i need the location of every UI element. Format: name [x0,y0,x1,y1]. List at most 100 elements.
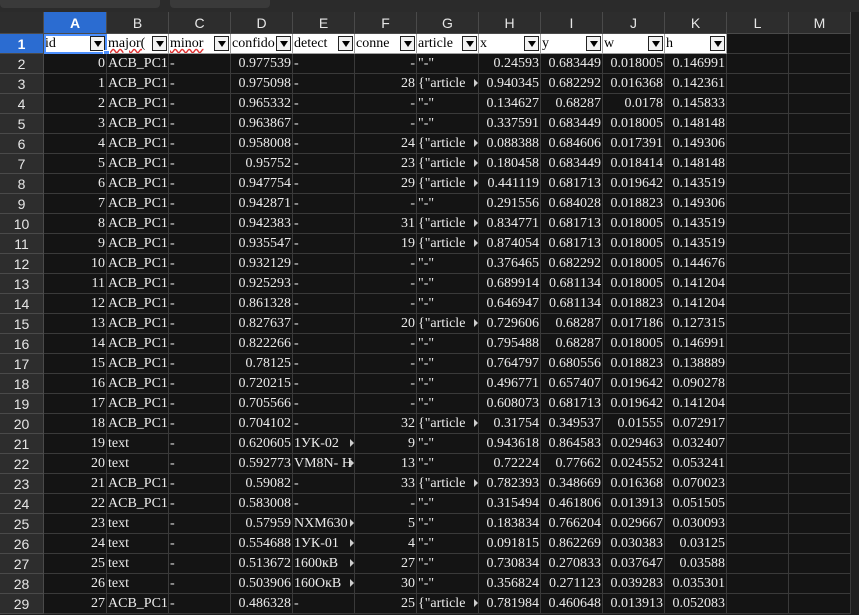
table-cell[interactable]: 20 [355,314,417,334]
empty-cell[interactable] [789,174,851,194]
table-cell[interactable]: - [293,334,355,354]
table-cell[interactable]: 0.018005 [603,54,665,74]
table-cell[interactable]: 0.827637 [231,314,293,334]
column-header-i[interactable]: I [541,12,603,34]
empty-cell[interactable] [727,254,789,274]
header-cell-j[interactable]: w [603,34,665,54]
empty-cell[interactable] [789,474,851,494]
empty-cell[interactable] [789,354,851,374]
table-cell[interactable]: 0.145833 [665,94,727,114]
table-cell[interactable]: ACB_PC1 [107,154,169,174]
table-cell[interactable]: - [169,554,231,574]
table-cell[interactable]: 7 [44,194,107,214]
header-cell-i[interactable]: y [541,34,603,54]
table-cell[interactable]: 0.03125 [665,534,727,554]
table-cell[interactable]: 0.682292 [541,74,603,94]
table-cell[interactable]: - [355,54,417,74]
header-cell-c[interactable]: minor [169,34,231,54]
table-cell[interactable]: 27 [355,554,417,574]
table-cell[interactable]: 0.782393 [479,474,541,494]
table-cell[interactable]: NXM630 [293,514,355,534]
table-cell[interactable]: - [169,274,231,294]
column-header-c[interactable]: C [169,12,231,34]
autofilter-dropdown-icon[interactable] [214,36,229,51]
table-cell[interactable]: - [293,274,355,294]
row-header-24[interactable]: 24 [0,494,44,514]
table-cell[interactable]: 0.018414 [603,154,665,174]
table-cell[interactable]: - [293,114,355,134]
table-cell[interactable]: 0.720215 [231,374,293,394]
table-cell[interactable]: 2 [44,94,107,114]
table-cell[interactable]: 0.348669 [541,474,603,494]
table-cell[interactable]: 0.016368 [603,474,665,494]
empty-cell[interactable] [727,594,789,614]
row-header-7[interactable]: 7 [0,154,44,174]
empty-cell[interactable] [727,334,789,354]
table-cell[interactable]: 0.376465 [479,254,541,274]
row-header-28[interactable]: 28 [0,574,44,594]
empty-cell[interactable] [727,214,789,234]
row-header-1[interactable]: 1 [0,34,44,54]
empty-cell[interactable] [789,574,851,594]
table-cell[interactable]: - [293,354,355,374]
table-cell[interactable]: ACB_PC1 [107,594,169,614]
table-cell[interactable]: 26 [44,574,107,594]
table-cell[interactable]: - [293,54,355,74]
table-cell[interactable]: ACB_PC1 [107,294,169,314]
table-cell[interactable]: {"article [417,474,479,494]
empty-cell[interactable] [727,274,789,294]
table-cell[interactable]: - [169,234,231,254]
table-cell[interactable]: 0.963867 [231,114,293,134]
table-cell[interactable]: 1УК-01 [293,534,355,554]
table-cell[interactable]: - [169,194,231,214]
table-cell[interactable]: 0.730834 [479,554,541,574]
row-header-21[interactable]: 21 [0,434,44,454]
table-cell[interactable]: 0.035301 [665,574,727,594]
table-cell[interactable]: 10 [44,254,107,274]
table-cell[interactable]: 0.018005 [603,334,665,354]
table-cell[interactable]: 13 [355,454,417,474]
table-cell[interactable]: 0.861328 [231,294,293,314]
table-cell[interactable]: 22 [44,494,107,514]
table-cell[interactable]: 0.183834 [479,514,541,534]
table-cell[interactable]: 0.68287 [541,314,603,334]
empty-cell[interactable] [727,154,789,174]
table-cell[interactable]: 0.795488 [479,334,541,354]
table-cell[interactable]: 0.019642 [603,174,665,194]
table-cell[interactable]: - [355,334,417,354]
table-cell[interactable]: 28 [355,74,417,94]
table-cell[interactable]: text [107,434,169,454]
table-cell[interactable]: 0.141204 [665,294,727,314]
table-cell[interactable]: 5 [355,514,417,534]
table-cell[interactable]: 0.018823 [603,294,665,314]
table-cell[interactable]: VM8N- H [293,454,355,474]
table-cell[interactable]: 13 [44,314,107,334]
table-cell[interactable]: 0.091815 [479,534,541,554]
header-cell-h[interactable]: x [479,34,541,54]
table-cell[interactable]: 0.149306 [665,134,727,154]
table-cell[interactable]: - [293,74,355,94]
column-header-k[interactable]: K [665,12,727,34]
table-cell[interactable]: 0.78125 [231,354,293,374]
row-header-26[interactable]: 26 [0,534,44,554]
table-cell[interactable]: - [293,234,355,254]
table-cell[interactable]: 14 [44,334,107,354]
table-cell[interactable]: 0.59082 [231,474,293,494]
table-cell[interactable]: {"article [417,314,479,334]
table-cell[interactable]: - [355,494,417,514]
empty-cell[interactable] [789,34,851,54]
table-cell[interactable]: - [169,294,231,314]
table-cell[interactable]: {"article [417,594,479,614]
table-cell[interactable]: 0.684606 [541,134,603,154]
table-cell[interactable]: 27 [44,594,107,614]
autofilter-dropdown-icon[interactable] [648,36,663,51]
table-cell[interactable]: 0.315494 [479,494,541,514]
empty-cell[interactable] [789,494,851,514]
header-cell-g[interactable]: article [417,34,479,54]
table-cell[interactable]: 20 [44,454,107,474]
table-cell[interactable]: "-" [417,294,479,314]
select-all-corner[interactable] [0,12,44,34]
table-cell[interactable]: "-" [417,494,479,514]
table-cell[interactable]: - [169,414,231,434]
table-cell[interactable]: - [169,334,231,354]
